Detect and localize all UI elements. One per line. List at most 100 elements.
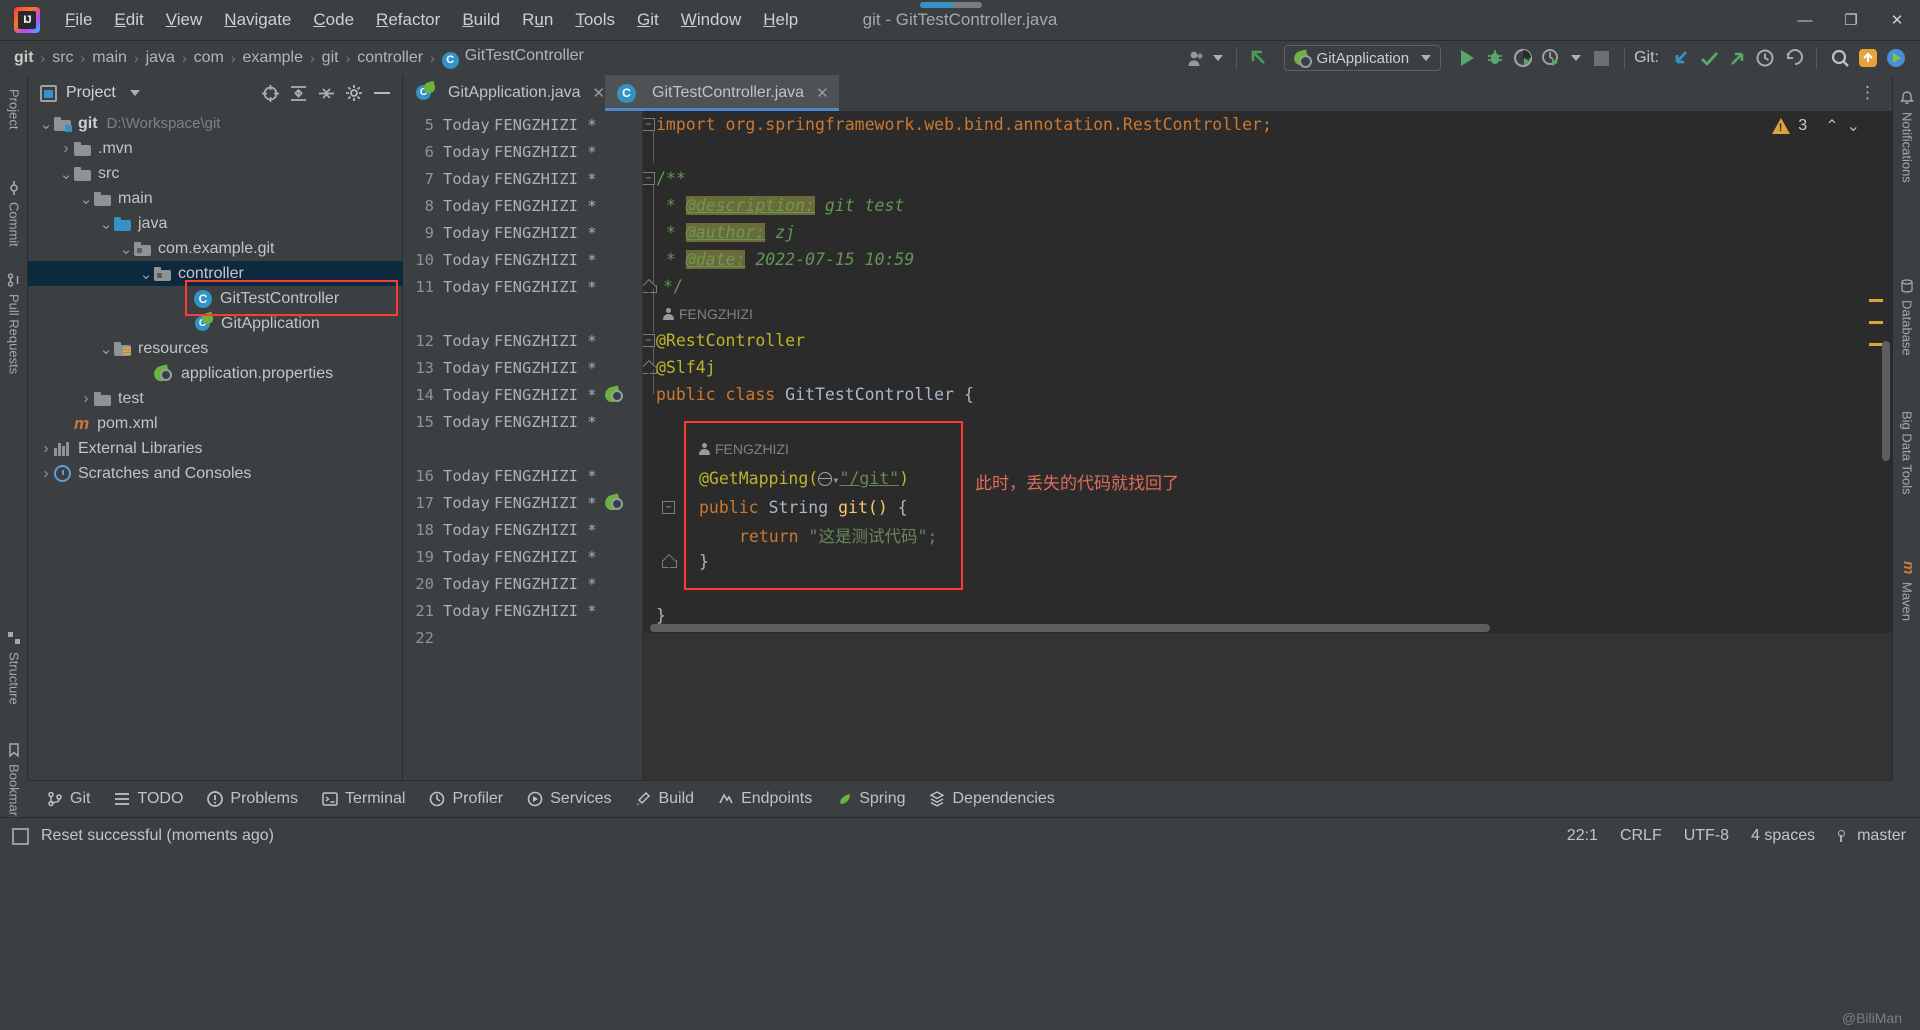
error-stripe-marker-1[interactable] — [1869, 299, 1883, 302]
fold-toggle-icon-method[interactable]: − — [662, 501, 675, 514]
menu-item-window[interactable]: Window — [670, 6, 752, 34]
editor-tab-gittestcontroller[interactable]: C GitTestController.java ✕ — [605, 75, 839, 111]
window-controls[interactable]: — ❐ ✕ — [1782, 0, 1920, 40]
left-tool-strip[interactable]: Project Commit Pull Requests Structure B… — [0, 75, 28, 829]
tree-node-external-libraries[interactable]: › External Libraries — [28, 436, 403, 461]
code-line-javadoc-author[interactable]: * @author: zj — [643, 219, 1892, 246]
git-annotate-gutter[interactable]: 5 Today FENGZHIZI * 6 Today FENGZHIZI * 7 Tod… — [403, 111, 643, 780]
code-line-import[interactable]: − import org.springframework.web.bind.an… — [643, 111, 1892, 138]
line-separator[interactable]: CRLF — [1620, 827, 1662, 845]
tool-window-spring[interactable]: Spring — [827, 786, 914, 812]
tool-window-services[interactable]: Services — [518, 786, 620, 812]
chevron-down-icon[interactable]: ⌄ — [98, 215, 114, 233]
code-line-javadoc-date[interactable]: * @date: 2022-07-15 10:59 — [643, 246, 1892, 273]
run-configuration-selector[interactable]: GitApplication — [1283, 45, 1442, 71]
close-icon[interactable]: ✕ — [593, 84, 606, 102]
code-inlay-author-method[interactable]: FENGZHIZI — [643, 435, 1892, 462]
inspections-widget[interactable]: 3 ⌃ ⌄ — [1772, 116, 1860, 136]
tree-node-gittestcontroller[interactable]: C GitTestController — [28, 286, 403, 311]
tree-node-resources[interactable]: ⌄ resources — [28, 336, 403, 361]
menu-item-edit[interactable]: Edit — [103, 6, 154, 34]
tool-window-git[interactable]: Git — [38, 786, 99, 812]
minimize-button[interactable]: — — [1782, 0, 1828, 40]
tree-node--mvn[interactable]: › .mvn — [28, 136, 403, 161]
tree-node-controller[interactable]: ⌄ controller — [28, 261, 403, 286]
web-endpoint-icon[interactable] — [817, 472, 833, 486]
breadcrumb-item-java[interactable]: java — [146, 49, 175, 67]
code-line-restcontroller[interactable]: − @RestController — [643, 327, 1892, 354]
tool-window-profiler[interactable]: Profiler — [420, 786, 512, 812]
code-editor[interactable]: − import org.springframework.web.bind.an… — [643, 111, 1892, 780]
tool-window-endpoints[interactable]: Endpoints — [709, 786, 821, 812]
menu-item-build[interactable]: Build — [451, 6, 511, 34]
chevron-down-icon[interactable]: ⌄ — [58, 165, 74, 183]
tree-node-main[interactable]: ⌄ main — [28, 186, 403, 211]
tree-node-pom-xml[interactable]: m pom.xml — [28, 411, 403, 436]
tree-node-application-properties[interactable]: application.properties — [28, 361, 403, 386]
maximize-button[interactable]: ❐ — [1828, 0, 1874, 40]
annotate-row[interactable]: 20 Today FENGZHIZI * — [403, 570, 643, 597]
menu-item-tools[interactable]: Tools — [564, 6, 626, 34]
git-history-icon[interactable] — [1751, 45, 1779, 71]
editor-tab-options-icon[interactable]: ⋮ — [1859, 83, 1878, 103]
user-dropdown-chevron-icon[interactable] — [1212, 55, 1223, 61]
menu-item-code[interactable]: Code — [302, 6, 365, 34]
sidebar-item-structure[interactable]: Structure — [0, 623, 28, 713]
horizontal-scrollbar[interactable] — [650, 624, 1490, 632]
sidebar-item-pull-requests[interactable]: Pull Requests — [0, 265, 28, 382]
collapse-all-button[interactable] — [312, 79, 340, 107]
menu-item-file[interactable]: File — [54, 6, 103, 34]
tree-node-scratches-and-consoles[interactable]: › Scratches and Consoles — [28, 461, 403, 486]
chevron-right-icon[interactable]: › — [78, 390, 94, 407]
chevron-down-icon[interactable]: ⌄ — [78, 190, 94, 208]
menu-item-view[interactable]: View — [155, 6, 214, 34]
tool-window-problems[interactable]: Problems — [198, 786, 307, 812]
breadcrumb-item-main[interactable]: main — [92, 49, 127, 67]
breadcrumb-item-git[interactable]: git — [322, 49, 339, 67]
menu-bar[interactable]: File Edit View Navigate Code Refactor Build Run… — [54, 6, 809, 34]
search-everywhere-icon[interactable] — [1826, 45, 1854, 71]
next-problem-icon[interactable]: ⌄ — [1847, 116, 1860, 136]
run-button[interactable] — [1453, 45, 1481, 71]
breadcrumb[interactable]: git › src › main › java › com › example › git › contro… — [14, 47, 584, 69]
chevron-right-icon[interactable]: › — [38, 465, 54, 482]
file-encoding[interactable]: UTF-8 — [1684, 827, 1729, 845]
fold-end-cap-icon[interactable] — [643, 281, 657, 293]
tool-window-bar[interactable]: Git TODO Problems Terminal Profiler Services B… — [28, 780, 1892, 817]
user-avatar-icon[interactable] — [1183, 45, 1211, 71]
breadcrumb-item-com[interactable]: com — [194, 49, 224, 67]
annotate-row[interactable]: 19 Today FENGZHIZI * — [403, 543, 643, 570]
code-line-javadoc-close[interactable]: */ — [643, 273, 1892, 300]
annotate-row[interactable]: 7 Today FENGZHIZI * — [403, 165, 643, 192]
annotate-row[interactable]: 10 Today FENGZHIZI * — [403, 246, 643, 273]
tree-node-com-example-git[interactable]: ⌄ com.example.git — [28, 236, 403, 261]
menu-item-run[interactable]: Run — [511, 6, 564, 34]
hide-panel-button[interactable] — [368, 79, 396, 107]
annotate-row[interactable]: 18 Today FENGZHIZI * — [403, 516, 643, 543]
annotate-row[interactable]: 14 Today FENGZHIZI * — [403, 381, 643, 408]
chevron-right-icon[interactable]: › — [58, 140, 74, 157]
plugin-icon[interactable] — [1882, 45, 1910, 71]
stop-button[interactable] — [1587, 45, 1615, 71]
chevron-down-icon[interactable]: ⌄ — [98, 340, 114, 358]
project-tool-window[interactable]: Project ⌄ git D:\Workspace\git › .mvn ⌄ src ⌄ ma… — [28, 75, 403, 780]
update-available-icon[interactable] — [1854, 45, 1882, 71]
menu-item-git[interactable]: Git — [626, 6, 670, 34]
tool-window-todo[interactable]: TODO — [105, 786, 192, 812]
code-line-slf4j[interactable]: @Slf4j — [643, 354, 1892, 381]
annotate-row[interactable]: 13 Today FENGZHIZI * — [403, 354, 643, 381]
close-button[interactable]: ✕ — [1874, 0, 1920, 40]
chevron-down-icon[interactable]: ⌄ — [38, 115, 54, 133]
select-opened-file-button[interactable] — [256, 79, 284, 107]
close-icon[interactable]: ✕ — [816, 84, 829, 102]
indent-setting[interactable]: 4 spaces — [1751, 827, 1815, 845]
git-commit-icon[interactable] — [1695, 45, 1723, 71]
tool-window-build[interactable]: Build — [626, 786, 703, 812]
code-line-javadoc-description[interactable]: * @description: git test — [643, 192, 1892, 219]
error-stripe-marker-2[interactable] — [1869, 321, 1883, 324]
project-tree[interactable]: ⌄ git D:\Workspace\git › .mvn ⌄ src ⌄ main ⌄ java ⌄… — [28, 111, 403, 486]
sidebar-item-notifications[interactable]: Notifications — [1893, 83, 1920, 191]
editor-tab-bar[interactable]: C GitApplication.java ✕ C GitTestControl… — [403, 75, 1892, 111]
code-line-return[interactable]: return "这是测试代码"; — [643, 521, 1892, 548]
tool-window-terminal[interactable]: Terminal — [313, 786, 414, 812]
